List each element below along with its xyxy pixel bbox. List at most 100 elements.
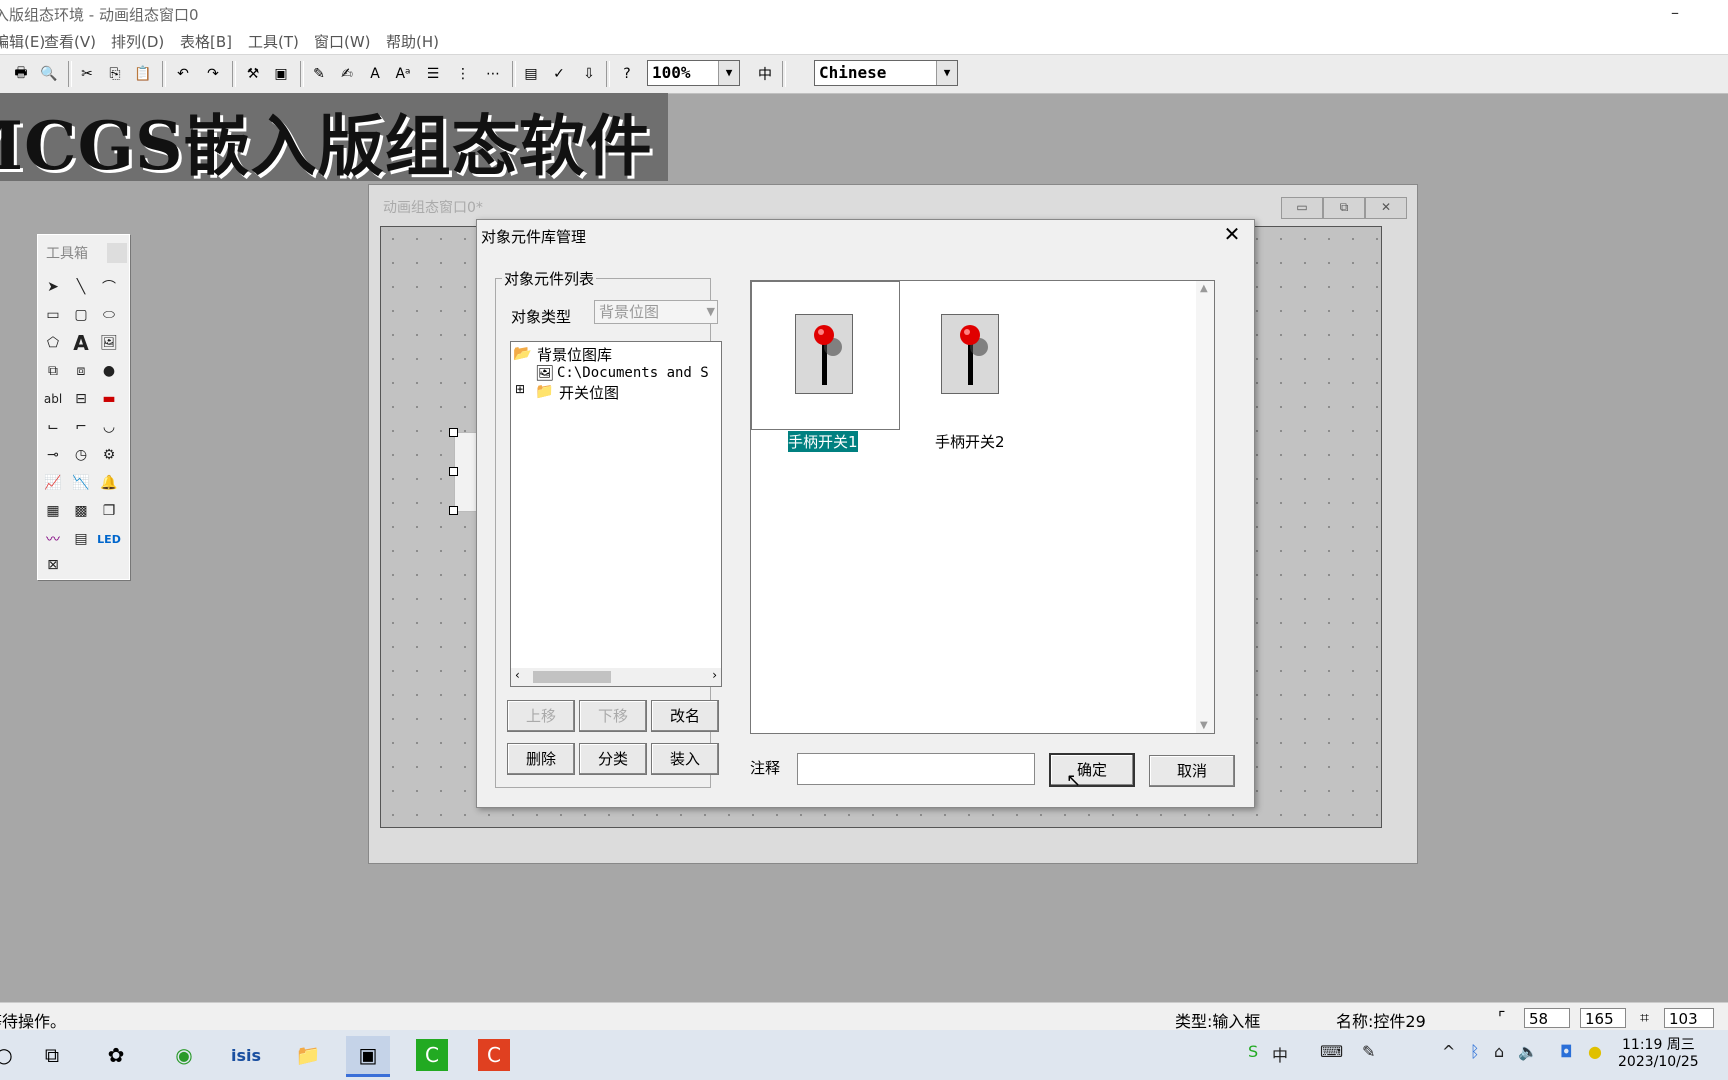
comment-input[interactable] xyxy=(797,753,1035,785)
check-icon[interactable]: ✍ xyxy=(334,61,360,87)
download-icon[interactable]: ⇩ xyxy=(576,61,602,87)
frame-icon[interactable]: ▣ xyxy=(268,61,294,87)
pen-icon[interactable]: ✎ xyxy=(1362,1042,1375,1061)
browser-icon[interactable]: ◉ xyxy=(162,1036,206,1074)
motor-tool-icon[interactable]: ⚙ xyxy=(97,443,121,467)
ellipse-tool-icon[interactable]: ⬭ xyxy=(97,303,121,327)
scroll-right-icon[interactable]: › xyxy=(712,668,717,682)
element-label-2[interactable]: 手柄开关2 xyxy=(935,431,1005,452)
resize-handle[interactable] xyxy=(449,467,458,476)
curve-tool-icon[interactable]: ◡ xyxy=(97,415,121,439)
search-icon[interactable]: ○ xyxy=(0,1036,26,1074)
tree-switch-node[interactable]: 开关位图 xyxy=(559,382,619,403)
badge-icon[interactable]: ● xyxy=(1588,1042,1602,1061)
custom-table-icon[interactable]: ▩ xyxy=(69,499,93,523)
pointer-tool-icon[interactable]: ➤ xyxy=(41,275,65,299)
recipe-chart-icon[interactable]: 〰 xyxy=(41,527,65,551)
lever-switch-icon[interactable] xyxy=(795,314,853,394)
valve-tool-icon[interactable]: ⊸ xyxy=(41,443,65,467)
help-icon[interactable]: ? xyxy=(614,61,640,87)
tree-root[interactable]: 背景位图库 xyxy=(537,344,612,365)
expand-icon[interactable]: ⊞ xyxy=(515,382,525,396)
rename-button[interactable]: 改名 xyxy=(651,700,719,732)
chevron-up-icon[interactable]: ^ xyxy=(1442,1042,1455,1061)
paste-icon[interactable]: 📋 xyxy=(130,61,156,87)
led-tool-icon[interactable]: LED xyxy=(97,527,121,551)
resize-handle[interactable] xyxy=(449,506,458,515)
lines-icon[interactable]: ☰ xyxy=(420,61,446,87)
cancel-button[interactable]: 取消 xyxy=(1149,755,1235,787)
scroll-left-icon[interactable]: ‹ xyxy=(515,668,520,682)
menu-tools[interactable]: 工具(T) xyxy=(248,31,299,52)
gauge-tool-icon[interactable]: ◷ xyxy=(69,443,93,467)
flow-block-icon[interactable]: ● xyxy=(97,359,121,383)
child-maximize-button[interactable]: ⧉ xyxy=(1323,197,1365,219)
arc-tool-icon[interactable]: ⌒ xyxy=(97,275,121,299)
move-up-button[interactable]: 上移 xyxy=(507,700,575,732)
insert-element-icon[interactable]: ⧉ xyxy=(41,359,65,383)
tree-path-node[interactable]: C:\Documents and S xyxy=(557,365,709,381)
clock-time[interactable]: 11:19 周三 xyxy=(1622,1034,1695,1054)
file-explorer-icon[interactable]: 📁 xyxy=(286,1036,330,1074)
camtasia-red-icon[interactable]: C xyxy=(478,1039,510,1071)
element-label-1[interactable]: 手柄开关1 xyxy=(788,431,858,452)
rounded-rect-tool-icon[interactable]: ▢ xyxy=(69,303,93,327)
button-tool-icon[interactable]: ▬ xyxy=(97,387,121,411)
menu-window[interactable]: 窗口(W) xyxy=(314,31,371,52)
scroll-thumb[interactable] xyxy=(533,671,611,683)
pinwheel-app-icon[interactable]: ✿ xyxy=(94,1036,138,1074)
line-tool-icon[interactable]: ╲ xyxy=(69,275,93,299)
animation-tool-icon[interactable]: ⊠ xyxy=(41,553,65,577)
input-method-icon[interactable]: S xyxy=(1248,1042,1258,1061)
edit-icon[interactable]: ✎ xyxy=(306,61,332,87)
mode-icon[interactable]: ⌨ xyxy=(1320,1042,1343,1061)
history-trend-icon[interactable]: 📉 xyxy=(69,471,93,495)
app-tray-icon[interactable]: ◘ xyxy=(1560,1042,1573,1061)
font-color-icon[interactable]: A xyxy=(362,61,388,87)
load-button[interactable]: 装入 xyxy=(651,743,719,775)
menu-arrange[interactable]: 排列(D) xyxy=(111,31,164,52)
superscript-icon[interactable]: Aᵃ xyxy=(390,61,416,87)
lever-switch-icon[interactable] xyxy=(941,314,999,394)
rectangle-tool-icon[interactable]: ▭ xyxy=(41,303,65,327)
redo-icon[interactable]: ↷ xyxy=(200,61,226,87)
label-tool-icon[interactable]: abl xyxy=(41,387,65,411)
verify-icon[interactable]: ✓ xyxy=(546,61,572,87)
language-combo[interactable]: Chinese ▼ xyxy=(814,60,958,86)
undo-icon[interactable]: ↶ xyxy=(170,61,196,87)
grid-icon[interactable]: ⋯ xyxy=(480,61,506,87)
close-icon[interactable]: ✕ xyxy=(1220,222,1244,246)
scroll-down-icon[interactable]: ▼ xyxy=(1200,720,1208,731)
mcgs-icon[interactable]: ▣ xyxy=(346,1036,390,1077)
chevron-down-icon[interactable]: ▼ xyxy=(707,301,715,323)
data-table-icon[interactable]: ▤ xyxy=(69,527,93,551)
menu-view[interactable]: 查看(V) xyxy=(44,31,96,52)
polygon-tool-icon[interactable]: ⬠ xyxy=(41,331,65,355)
save-element-icon[interactable]: ⧈ xyxy=(69,359,93,383)
child-close-button[interactable]: ✕ xyxy=(1365,197,1407,219)
properties-icon[interactable]: ▤ xyxy=(518,61,544,87)
pipe-tool-icon[interactable]: ⌙ xyxy=(41,415,65,439)
horizontal-scrollbar[interactable]: ‹ › xyxy=(511,668,721,686)
volume-icon[interactable]: 🔈 xyxy=(1518,1042,1538,1061)
bitmap-tool-icon[interactable]: 🖼 xyxy=(97,331,121,355)
resize-handle[interactable] xyxy=(449,428,458,437)
alarm-icon[interactable]: 🔔 xyxy=(97,471,121,495)
minimize-button[interactable]: – xyxy=(1652,0,1698,28)
menu-help[interactable]: 帮助(H) xyxy=(386,31,439,52)
task-view-icon[interactable]: ⧉ xyxy=(30,1036,74,1074)
type-select[interactable]: 背景位图 ▼ xyxy=(594,300,718,324)
delete-button[interactable]: 删除 xyxy=(507,743,575,775)
table-tool-icon[interactable]: ▦ xyxy=(41,499,65,523)
classify-button[interactable]: 分类 xyxy=(579,743,647,775)
frame-set-icon[interactable]: ❐ xyxy=(97,499,121,523)
network-icon[interactable]: ⌂ xyxy=(1494,1042,1504,1061)
ok-button[interactable]: 确定 xyxy=(1049,753,1135,787)
print-icon[interactable]: 🖶 xyxy=(8,61,34,87)
chevron-down-icon[interactable]: ▼ xyxy=(718,61,739,85)
menu-edit[interactable]: 编辑(E) xyxy=(0,31,45,52)
fold-line-icon[interactable]: ⌐ xyxy=(69,415,93,439)
bluetooth-icon[interactable]: ᛒ xyxy=(1470,1042,1480,1061)
print-preview-icon[interactable]: 🔍 xyxy=(36,61,62,87)
scroll-up-icon[interactable]: ▲ xyxy=(1200,283,1208,294)
